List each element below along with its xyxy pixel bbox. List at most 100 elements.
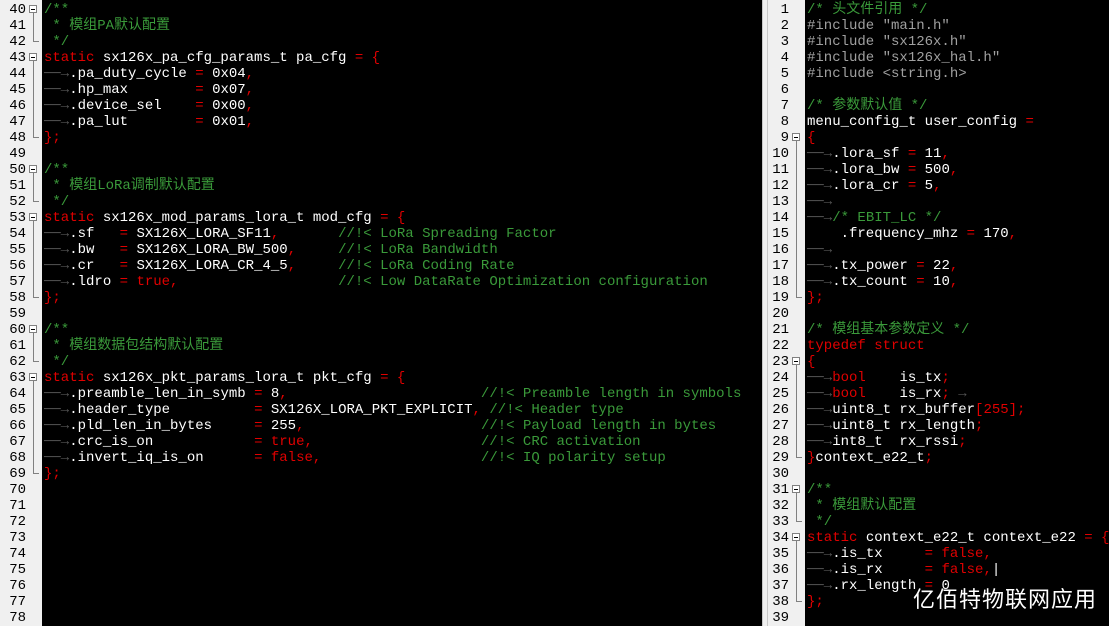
code-line[interactable]: 64 ──→.preamble_len_in_symb = 8, //!< Pre… (0, 386, 762, 402)
code-text[interactable]: }; (44, 466, 61, 482)
code-line[interactable]: 34 static context_e22_t context_e22 = { (768, 530, 1109, 546)
code-line[interactable]: 24 ──→bool is_tx; (768, 370, 1109, 386)
code-text[interactable]: }; (807, 594, 824, 610)
code-line[interactable]: 52 */ (0, 194, 762, 210)
fold-toggle-icon[interactable] (791, 530, 803, 546)
code-text[interactable]: ──→bool is_tx; (807, 370, 950, 386)
code-text[interactable]: ──→.pld_len_in_bytes = 255, //!< Payload… (44, 418, 716, 434)
editor-pane-left[interactable]: 40/** 41 * 模组PA默认配置 42 */43 static sx126x_p… (0, 0, 762, 626)
code-line[interactable]: 1 /* 头文件引用 */ (768, 2, 1109, 18)
code-text[interactable]: /* 模组基本参数定义 */ (807, 322, 969, 338)
code-text[interactable]: * 模组PA默认配置 (44, 18, 170, 34)
code-text[interactable]: }; (44, 130, 61, 146)
code-line[interactable]: 77 (0, 594, 762, 610)
fold-toggle-icon[interactable] (28, 370, 40, 386)
code-line[interactable]: 54 ──→.sf = SX126X_LORA_SF11, //!< LoRa S… (0, 226, 762, 242)
code-line[interactable]: 46 ──→.device_sel = 0x00, (0, 98, 762, 114)
code-line[interactable]: 45 ──→.hp_max = 0x07, (0, 82, 762, 98)
code-line[interactable]: 44 ──→.pa_duty_cycle = 0x04, (0, 66, 762, 82)
code-line[interactable]: 18 ──→.tx_count = 10, (768, 274, 1109, 290)
code-text[interactable]: /* 参数默认值 */ (807, 98, 927, 114)
code-text[interactable]: ──→.preamble_len_in_symb = 8, //!< Pream… (44, 386, 741, 402)
code-text[interactable]: ──→uint8_t rx_buffer[255]; (807, 402, 1025, 418)
code-text[interactable]: * 模组LoRa调制默认配置 (44, 178, 214, 194)
code-line[interactable]: 56 ──→.cr = SX126X_LORA_CR_4_5, //!< LoRa… (0, 258, 762, 274)
code-text[interactable]: ──→.sf = SX126X_LORA_SF11, //!< LoRa Spr… (44, 226, 557, 242)
code-line[interactable]: 61 * 模组数据包结构默认配置 (0, 338, 762, 354)
code-line[interactable]: 40 /** (0, 2, 762, 18)
code-line[interactable]: 19}; (768, 290, 1109, 306)
code-text[interactable]: ──→.header_type = SX126X_LORA_PKT_EXPLIC… (44, 402, 624, 418)
code-line[interactable]: 8 menu_config_t user_config = (768, 114, 1109, 130)
code-text[interactable]: ──→.cr = SX126X_LORA_CR_4_5, //!< LoRa C… (44, 258, 515, 274)
code-text[interactable]: /** (44, 2, 69, 18)
code-text[interactable]: ──→.device_sel = 0x00, (44, 98, 254, 114)
code-line[interactable]: 2 #include "main.h" (768, 18, 1109, 34)
code-line[interactable]: 78 (0, 610, 762, 626)
code-text[interactable]: { (807, 354, 815, 370)
code-line[interactable]: 22 typedef struct (768, 338, 1109, 354)
code-line[interactable]: 76 (0, 578, 762, 594)
code-text[interactable]: ──→.hp_max = 0x07, (44, 82, 254, 98)
code-line[interactable]: 13 ──→ (768, 194, 1109, 210)
code-line[interactable]: 3 #include "sx126x.h" (768, 34, 1109, 50)
code-line[interactable]: 62 */ (0, 354, 762, 370)
code-line[interactable]: 17 ──→.tx_power = 22, (768, 258, 1109, 274)
fold-toggle-icon[interactable] (791, 482, 803, 498)
fold-toggle-icon[interactable] (28, 162, 40, 178)
fold-toggle-icon[interactable] (791, 354, 803, 370)
code-line[interactable]: 47 ──→.pa_lut = 0x01, (0, 114, 762, 130)
code-text[interactable]: ──→.is_rx = false,| (807, 562, 1000, 578)
fold-toggle-icon[interactable] (28, 322, 40, 338)
code-line[interactable]: 9{ (768, 130, 1109, 146)
code-text[interactable]: ──→.tx_count = 10, (807, 274, 958, 290)
code-line[interactable]: 26 ──→uint8_t rx_buffer[255]; (768, 402, 1109, 418)
code-line[interactable]: 14 ──→/* EBIT_LC */ (768, 210, 1109, 226)
code-text[interactable]: ──→.lora_cr = 5, (807, 178, 941, 194)
code-line[interactable]: 57 ──→.ldro = true, //!< Low DataRate Opt… (0, 274, 762, 290)
fold-toggle-icon[interactable] (28, 210, 40, 226)
code-line[interactable]: 25 ──→bool is_rx; → (768, 386, 1109, 402)
code-text[interactable]: ──→.invert_iq_is_on = false, //!< IQ pol… (44, 450, 666, 466)
code-line[interactable]: 65 ──→.header_type = SX126X_LORA_PKT_EXPL… (0, 402, 762, 418)
code-text[interactable]: ──→.is_tx = false, (807, 546, 992, 562)
code-line[interactable]: 42 */ (0, 34, 762, 50)
code-line[interactable]: 60 /** (0, 322, 762, 338)
code-line[interactable]: 75 (0, 562, 762, 578)
code-line[interactable]: 43 static sx126x_pa_cfg_params_t pa_cfg =… (0, 50, 762, 66)
code-text[interactable]: .frequency_mhz = 170, (807, 226, 1017, 242)
code-line[interactable]: 16 ──→ (768, 242, 1109, 258)
code-line[interactable]: 68 ──→.invert_iq_is_on = false, //!< IQ p… (0, 450, 762, 466)
code-line[interactable]: 74 (0, 546, 762, 562)
code-line[interactable]: 21 /* 模组基本参数定义 */ (768, 322, 1109, 338)
code-text[interactable]: ──→int8_t rx_rssi; (807, 434, 967, 450)
code-line[interactable]: 36 ──→.is_rx = false,| (768, 562, 1109, 578)
code-line[interactable]: 48}; (0, 130, 762, 146)
code-line[interactable]: 28 ──→int8_t rx_rssi; (768, 434, 1109, 450)
code-text[interactable]: #include <string.h> (807, 66, 967, 82)
code-line[interactable]: 6 (768, 82, 1109, 98)
fold-toggle-icon[interactable] (791, 130, 803, 146)
code-text[interactable]: ──→bool is_rx; → (807, 386, 967, 402)
code-line[interactable]: 63 static sx126x_pkt_params_lora_t pkt_cf… (0, 370, 762, 386)
code-text[interactable]: ──→.tx_power = 22, (807, 258, 958, 274)
code-line[interactable]: 72 (0, 514, 762, 530)
code-text[interactable]: }; (807, 290, 824, 306)
code-line[interactable]: 20 (768, 306, 1109, 322)
code-line[interactable]: 59 (0, 306, 762, 322)
code-line[interactable]: 35 ──→.is_tx = false, (768, 546, 1109, 562)
code-text[interactable]: ──→.crc_is_on = true, //!< CRC activatio… (44, 434, 641, 450)
code-text[interactable]: */ (44, 194, 69, 210)
code-text[interactable]: /** (44, 322, 69, 338)
code-line[interactable]: 31 /** (768, 482, 1109, 498)
code-line[interactable]: 71 (0, 498, 762, 514)
code-line[interactable]: 12 ──→.lora_cr = 5, (768, 178, 1109, 194)
code-line[interactable]: 55 ──→.bw = SX126X_LORA_BW_500, //!< LoRa… (0, 242, 762, 258)
code-line[interactable]: 30 (768, 466, 1109, 482)
code-line[interactable]: 33 */ (768, 514, 1109, 530)
fold-toggle-icon[interactable] (28, 50, 40, 66)
code-line[interactable]: 7 /* 参数默认值 */ (768, 98, 1109, 114)
code-text[interactable]: */ (44, 354, 69, 370)
code-line[interactable]: 32 * 模组默认配置 (768, 498, 1109, 514)
code-text[interactable]: ──→ (807, 242, 832, 258)
